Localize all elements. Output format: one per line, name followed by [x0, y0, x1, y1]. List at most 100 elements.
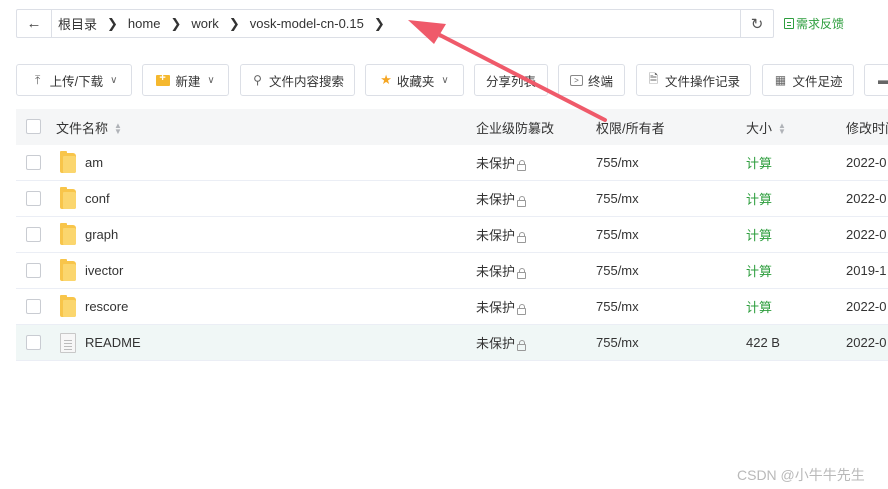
size-calc-link[interactable]: 计算: [746, 297, 772, 316]
new-button[interactable]: 新建 ∨: [142, 64, 229, 96]
path-bar: ← 根目录 ❯ home ❯ work ❯ vosk-model-cn-0.15…: [16, 9, 774, 38]
select-all-checkbox[interactable]: [26, 119, 41, 134]
table-row[interactable]: README 未保护 755/mx 422 B 2022-0: [16, 325, 888, 361]
footprint-label: 文件足迹: [792, 74, 843, 89]
chevron-right-icon[interactable]: ❯: [374, 16, 385, 32]
share-list-button[interactable]: 分享列表: [474, 64, 548, 96]
refresh-icon: ↻: [750, 15, 764, 33]
refresh-button[interactable]: ↻: [740, 10, 773, 37]
feedback-label: 需求反馈: [796, 17, 845, 31]
protect-status[interactable]: 未保护: [476, 189, 527, 208]
log-icon: 🗎: [648, 71, 659, 86]
row-checkbox[interactable]: [26, 335, 41, 350]
table-header: 文件名称 ▲▼ 企业级防篡改 权限/所有者 大小 ▲▼ 修改时间: [16, 109, 888, 145]
breadcrumb-item-root[interactable]: 根目录: [58, 14, 97, 33]
drive-icon: ▬: [878, 73, 888, 87]
new-folder-icon: [156, 72, 171, 86]
permission[interactable]: 755/mx: [596, 227, 639, 242]
share-list-label: 分享列表: [485, 74, 536, 89]
terminal-icon: >: [569, 74, 583, 86]
permission[interactable]: 755/mx: [596, 263, 639, 278]
chevron-down-icon: ∨: [441, 74, 449, 86]
favorites-label: 收藏夹: [396, 74, 435, 89]
size-calc-link[interactable]: 计算: [746, 225, 772, 244]
upload-icon: ⤒: [34, 72, 41, 87]
file-name[interactable]: README: [85, 335, 141, 350]
protect-status[interactable]: 未保护: [476, 297, 527, 316]
permission[interactable]: 755/mx: [596, 191, 639, 206]
search-icon: ⚲: [253, 73, 262, 87]
folder-icon: [60, 222, 76, 245]
table-row[interactable]: conf 未保护 755/mx 计算 2022-0: [16, 181, 888, 217]
table-row[interactable]: am 未保护 755/mx 计算 2022-0: [16, 145, 888, 181]
sort-icon: ▲ ▼: [778, 121, 786, 137]
column-header-modified[interactable]: 修改时间: [846, 118, 888, 137]
protect-status-label: 未保护: [476, 300, 516, 315]
folder-icon: [60, 150, 76, 173]
operation-log-button[interactable]: 🗎 文件操作记录: [636, 64, 751, 96]
file-name[interactable]: rescore: [85, 299, 128, 314]
breadcrumb-item-work[interactable]: work: [191, 16, 218, 31]
row-checkbox[interactable]: [26, 299, 41, 314]
text-file-icon: [60, 332, 76, 353]
row-checkbox[interactable]: [26, 263, 41, 278]
table-row[interactable]: rescore 未保护 755/mx 计算 2022-0: [16, 289, 888, 325]
unlock-icon: [517, 160, 527, 171]
file-name[interactable]: am: [85, 155, 103, 170]
calendar-icon: ▦: [774, 73, 787, 87]
protect-status[interactable]: 未保护: [476, 225, 527, 244]
chevron-down-icon: ∨: [207, 74, 215, 86]
upload-download-button[interactable]: ⤒ 上传/下载 ∨: [16, 64, 132, 96]
permission[interactable]: 755/mx: [596, 155, 639, 170]
unlock-icon: [517, 340, 527, 351]
modified-time: 2022-0: [846, 335, 887, 350]
row-checkbox[interactable]: [26, 191, 41, 206]
footprint-button[interactable]: ▦ 文件足迹: [762, 64, 854, 96]
breadcrumb-item-current[interactable]: vosk-model-cn-0.15: [250, 16, 364, 31]
folder-icon: [60, 294, 76, 317]
chevron-right-icon: ❯: [170, 15, 182, 31]
breadcrumb: 根目录 ❯ home ❯ work ❯ vosk-model-cn-0.15 ❯: [52, 10, 740, 37]
table-row[interactable]: graph 未保护 755/mx 计算 2022-0: [16, 217, 888, 253]
more-button[interactable]: ▬: [864, 64, 888, 96]
file-name[interactable]: graph: [85, 227, 118, 242]
column-header-name-label: 文件名称: [56, 120, 109, 136]
modified-time: 2022-0: [846, 227, 887, 242]
watermark: CSDN @小牛牛先生: [737, 467, 865, 483]
file-name[interactable]: ivector: [85, 263, 123, 278]
size-calc-link[interactable]: 计算: [746, 261, 772, 280]
permission[interactable]: 755/mx: [596, 299, 639, 314]
protect-status-label: 未保护: [476, 264, 516, 279]
protect-status-label: 未保护: [476, 228, 516, 243]
column-header-size[interactable]: 大小 ▲ ▼: [746, 118, 786, 137]
breadcrumb-item-home[interactable]: home: [128, 16, 161, 31]
modified-time: 2022-0: [846, 299, 887, 314]
feedback-link[interactable]: 需求反馈: [784, 15, 844, 32]
modified-time: 2022-0: [846, 191, 887, 206]
size-calc-link[interactable]: 计算: [746, 153, 772, 172]
content-search-button[interactable]: ⚲ 文件内容搜索: [240, 64, 355, 96]
row-checkbox[interactable]: [26, 155, 41, 170]
terminal-label: 终端: [587, 74, 613, 89]
column-header-protect: 企业级防篡改: [476, 120, 555, 136]
back-button[interactable]: ←: [17, 10, 52, 37]
permission[interactable]: 755/mx: [596, 335, 639, 350]
file-name[interactable]: conf: [85, 191, 110, 206]
favorites-button[interactable]: ★ 收藏夹 ∨: [365, 64, 464, 96]
new-label: 新建: [175, 74, 201, 89]
modified-time: 2019-1: [846, 263, 887, 278]
upload-download-label: 上传/下载: [49, 74, 104, 89]
row-checkbox[interactable]: [26, 227, 41, 242]
sort-icon: ▲ ▼: [114, 121, 122, 137]
protect-status[interactable]: 未保护: [476, 153, 527, 172]
column-header-permission: 权限/所有者: [596, 120, 665, 136]
protect-status-label: 未保护: [476, 192, 516, 207]
table-row[interactable]: ivector 未保护 755/mx 计算 2019-1: [16, 253, 888, 289]
chevron-down-icon: ∨: [110, 74, 118, 86]
column-header-name[interactable]: 文件名称 ▲ ▼: [56, 118, 122, 137]
terminal-button[interactable]: > 终端: [558, 64, 625, 96]
protect-status[interactable]: 未保护: [476, 333, 527, 352]
protect-status[interactable]: 未保护: [476, 261, 527, 280]
size-calc-link[interactable]: 计算: [746, 189, 772, 208]
star-icon: ★: [380, 72, 392, 87]
